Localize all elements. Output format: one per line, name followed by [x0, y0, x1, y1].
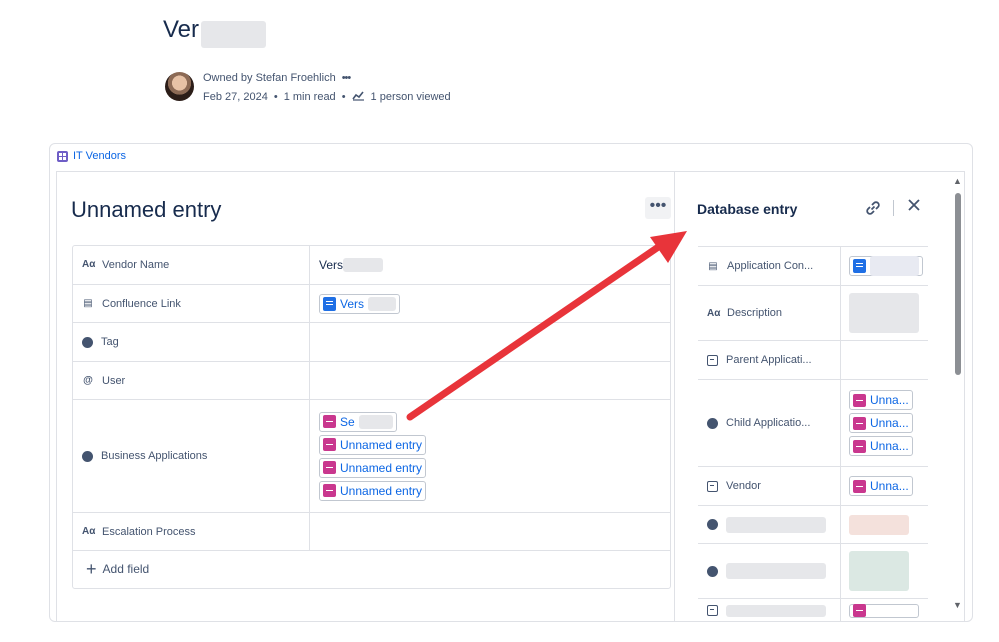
field-label: Vendor Name	[102, 258, 170, 271]
link-icon[interactable]	[864, 199, 882, 222]
field-label: Vendor	[726, 480, 761, 492]
annotation-arrow-icon	[406, 231, 687, 421]
relation-box-icon	[707, 605, 718, 616]
relation-icon	[82, 450, 93, 462]
redacted-value	[849, 551, 909, 591]
field-label: Escalation Process	[102, 525, 196, 538]
field-label: Confluence Link	[102, 297, 181, 310]
scroll-down-arrow[interactable]: ▼	[953, 600, 962, 610]
redacted-title	[201, 21, 266, 48]
owner-text: Owned by Stefan Froehlich	[203, 72, 336, 84]
linked-entry-chip[interactable]: Unnamed entry	[319, 457, 427, 478]
views-count[interactable]: 1 person viewed	[371, 91, 451, 103]
linked-entry-chip[interactable]: Unna...	[849, 413, 913, 433]
relation-box-icon	[707, 480, 718, 492]
confluence-page-chip[interactable]: Vers	[319, 293, 401, 314]
field-row-escalation-process[interactable]: Aα Escalation Process	[72, 512, 671, 550]
divider	[893, 200, 894, 216]
close-icon[interactable]	[905, 196, 923, 220]
table-icon	[57, 150, 68, 162]
add-field-row	[72, 550, 671, 589]
owner-line: Owned by Stefan Froehlich •••	[203, 72, 352, 84]
relation-box-icon	[707, 354, 718, 366]
panel-field-vendor[interactable]: Vendor Unna...	[698, 466, 928, 505]
date: Feb 27, 2024	[203, 91, 268, 103]
panel-title: Database entry	[697, 201, 798, 217]
field-label: User	[102, 374, 126, 387]
more-actions-button[interactable]: •••	[645, 197, 671, 219]
page-icon: ▤	[708, 260, 718, 272]
linked-entry-chip[interactable]: Unna...	[849, 390, 913, 410]
document-icon	[323, 296, 336, 311]
database-entry-icon	[323, 438, 336, 451]
scroll-up-arrow[interactable]: ▲	[953, 176, 962, 186]
panel-field-parent-applications[interactable]: Parent Applicati...	[698, 340, 928, 379]
page-chip[interactable]	[849, 256, 923, 276]
page-title: Ver	[163, 16, 200, 43]
add-field-button[interactable]: + Add field	[86, 559, 149, 579]
avatar[interactable]	[165, 72, 194, 101]
database-entry-icon	[853, 393, 866, 407]
linked-entry-chip[interactable]: Unna...	[849, 436, 913, 456]
page-meta: Feb 27, 2024 • 1 min read • 1 person vie…	[203, 90, 451, 104]
linked-entry-chip[interactable]: Unnamed entry	[319, 480, 427, 501]
tag-icon	[82, 336, 93, 348]
redacted-label	[726, 516, 826, 533]
field-value[interactable]: Vers	[319, 258, 343, 272]
redacted-value	[849, 514, 909, 535]
database-link[interactable]: IT Vendors	[57, 150, 126, 162]
database-link-label[interactable]: IT Vendors	[73, 150, 126, 162]
database-entry-icon	[853, 439, 866, 453]
redacted-label	[726, 563, 826, 579]
panel-field-child-applications[interactable]: Child Applicatio... Unna... Unna... Unna…	[698, 379, 928, 466]
redacted-label	[726, 604, 826, 617]
linked-entry-chip[interactable]	[849, 603, 919, 618]
dot-separator: •	[341, 91, 346, 103]
read-time: 1 min read	[283, 91, 336, 103]
entry-title[interactable]: Unnamed entry	[71, 197, 221, 223]
redacted-value	[358, 414, 393, 429]
linked-entry-chip[interactable]: Se	[319, 411, 397, 432]
user-mention-icon: @	[83, 375, 93, 386]
plus-icon: +	[86, 559, 97, 579]
relation-icon	[707, 565, 718, 577]
panel-field-application-con[interactable]: ▤ Application Con...	[698, 246, 928, 285]
document-icon	[853, 259, 866, 273]
text-field-icon: Aα	[82, 526, 96, 537]
redacted-value	[343, 257, 384, 272]
analytics-icon[interactable]	[351, 90, 365, 104]
dot-separator: •	[273, 91, 278, 103]
field-label: Tag	[101, 336, 119, 348]
panel-field-redacted[interactable]	[698, 505, 928, 543]
database-entry-icon	[853, 604, 866, 617]
redacted-value	[869, 256, 919, 276]
more-options-icon[interactable]: •••	[342, 72, 352, 84]
text-field-icon: Aα	[707, 307, 721, 319]
field-label: Parent Applicati...	[726, 354, 812, 366]
page-icon: ▤	[83, 298, 93, 309]
scroll-thumb[interactable]	[955, 193, 961, 375]
database-entry-icon	[323, 484, 336, 497]
panel-field-redacted[interactable]	[698, 543, 928, 598]
field-label: Business Applications	[101, 450, 208, 462]
linked-entry-chip[interactable]: Unna...	[849, 476, 913, 496]
field-label: Child Applicatio...	[726, 417, 811, 429]
panel-field-redacted[interactable]	[698, 598, 928, 622]
redacted-value	[368, 296, 397, 311]
relation-icon	[707, 519, 718, 530]
redacted-value	[849, 293, 919, 333]
database-entry-icon	[853, 479, 866, 493]
database-entry-icon	[323, 461, 336, 474]
field-label: Description	[727, 307, 783, 319]
text-field-icon: Aα	[82, 259, 96, 270]
panel-field-description[interactable]: Aα Description	[698, 285, 928, 340]
field-label: Application Con...	[727, 260, 814, 272]
database-entry-icon	[323, 415, 336, 428]
database-entry-icon	[853, 416, 866, 430]
linked-entry-chip[interactable]: Unnamed entry	[319, 434, 427, 455]
relation-icon	[707, 417, 718, 429]
